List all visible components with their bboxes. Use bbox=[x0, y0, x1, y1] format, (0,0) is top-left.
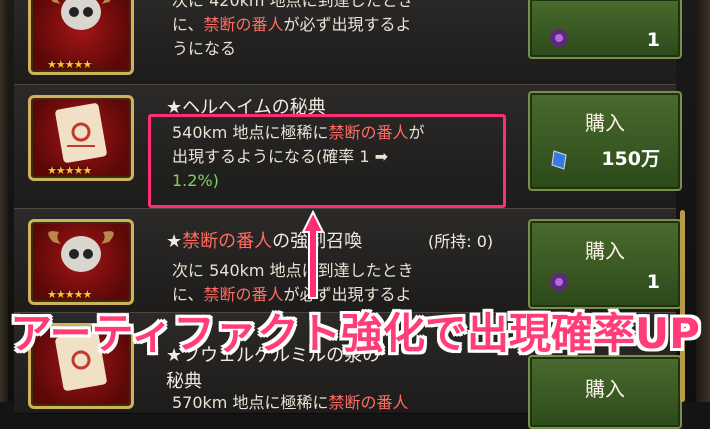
desc-line: 次に 540km 地点に到達したとき bbox=[172, 261, 414, 280]
desc-line: うになる bbox=[172, 39, 237, 58]
annotation-caption: アーティファクト強化で出現確率UP bbox=[10, 309, 700, 358]
gem-icon bbox=[550, 273, 568, 291]
buy-button[interactable]: 購入 1 bbox=[528, 219, 682, 309]
buy-label: 購入 bbox=[585, 111, 625, 135]
skull-horned-icon: ★★★★★ bbox=[28, 0, 134, 75]
price-label: 1 bbox=[646, 271, 660, 293]
desc-line: 570km 地点に極稀に禁断の番人 bbox=[172, 393, 409, 412]
buy-button[interactable]: 1 bbox=[528, 0, 682, 59]
blue-crystal-icon bbox=[551, 150, 567, 170]
buy-label: 購入 bbox=[585, 377, 625, 401]
buy-button[interactable]: 購入 bbox=[528, 355, 682, 429]
arrow-up-icon bbox=[302, 210, 324, 299]
price-label: 1 bbox=[646, 29, 660, 51]
shop-item-row: ★★★★★ 次に 420km 地点に到達したとき に、禁断の番人が必ず出現するよ… bbox=[14, 0, 682, 86]
highlight-box bbox=[148, 114, 506, 208]
desc-line: に、禁断の番人が必ず出現するよ bbox=[172, 15, 412, 34]
rarity-stars: ★★★★★ bbox=[47, 164, 92, 177]
buy-button[interactable]: 購入 150万 bbox=[528, 91, 682, 191]
price-label: 150万 bbox=[601, 148, 660, 170]
item-description: 次に 420km 地点に到達したとき に、禁断の番人が必ず出現するよ うになる bbox=[172, 0, 512, 61]
buy-label: 購入 bbox=[585, 239, 625, 263]
skull-horned-icon: ★★★★★ bbox=[28, 219, 134, 305]
gem-icon bbox=[550, 29, 568, 47]
item-title: ★禁断の番人の強制召喚 bbox=[166, 231, 362, 252]
scroll-icon: ★★★★★ bbox=[28, 95, 134, 181]
owned-count: (所持: 0) bbox=[428, 232, 494, 251]
rarity-stars: ★★★★★ bbox=[47, 58, 92, 71]
rarity-stars: ★★★★★ bbox=[47, 288, 92, 301]
item-description: 570km 地点に極稀に禁断の番人 bbox=[172, 391, 512, 415]
desc-line: 次に 420km 地点に到達したとき bbox=[172, 0, 414, 10]
shop-item-row: ★★★★★ ★禁断の番人の強制召喚 次に 540km 地点に到達したとき に、禁… bbox=[14, 208, 682, 314]
